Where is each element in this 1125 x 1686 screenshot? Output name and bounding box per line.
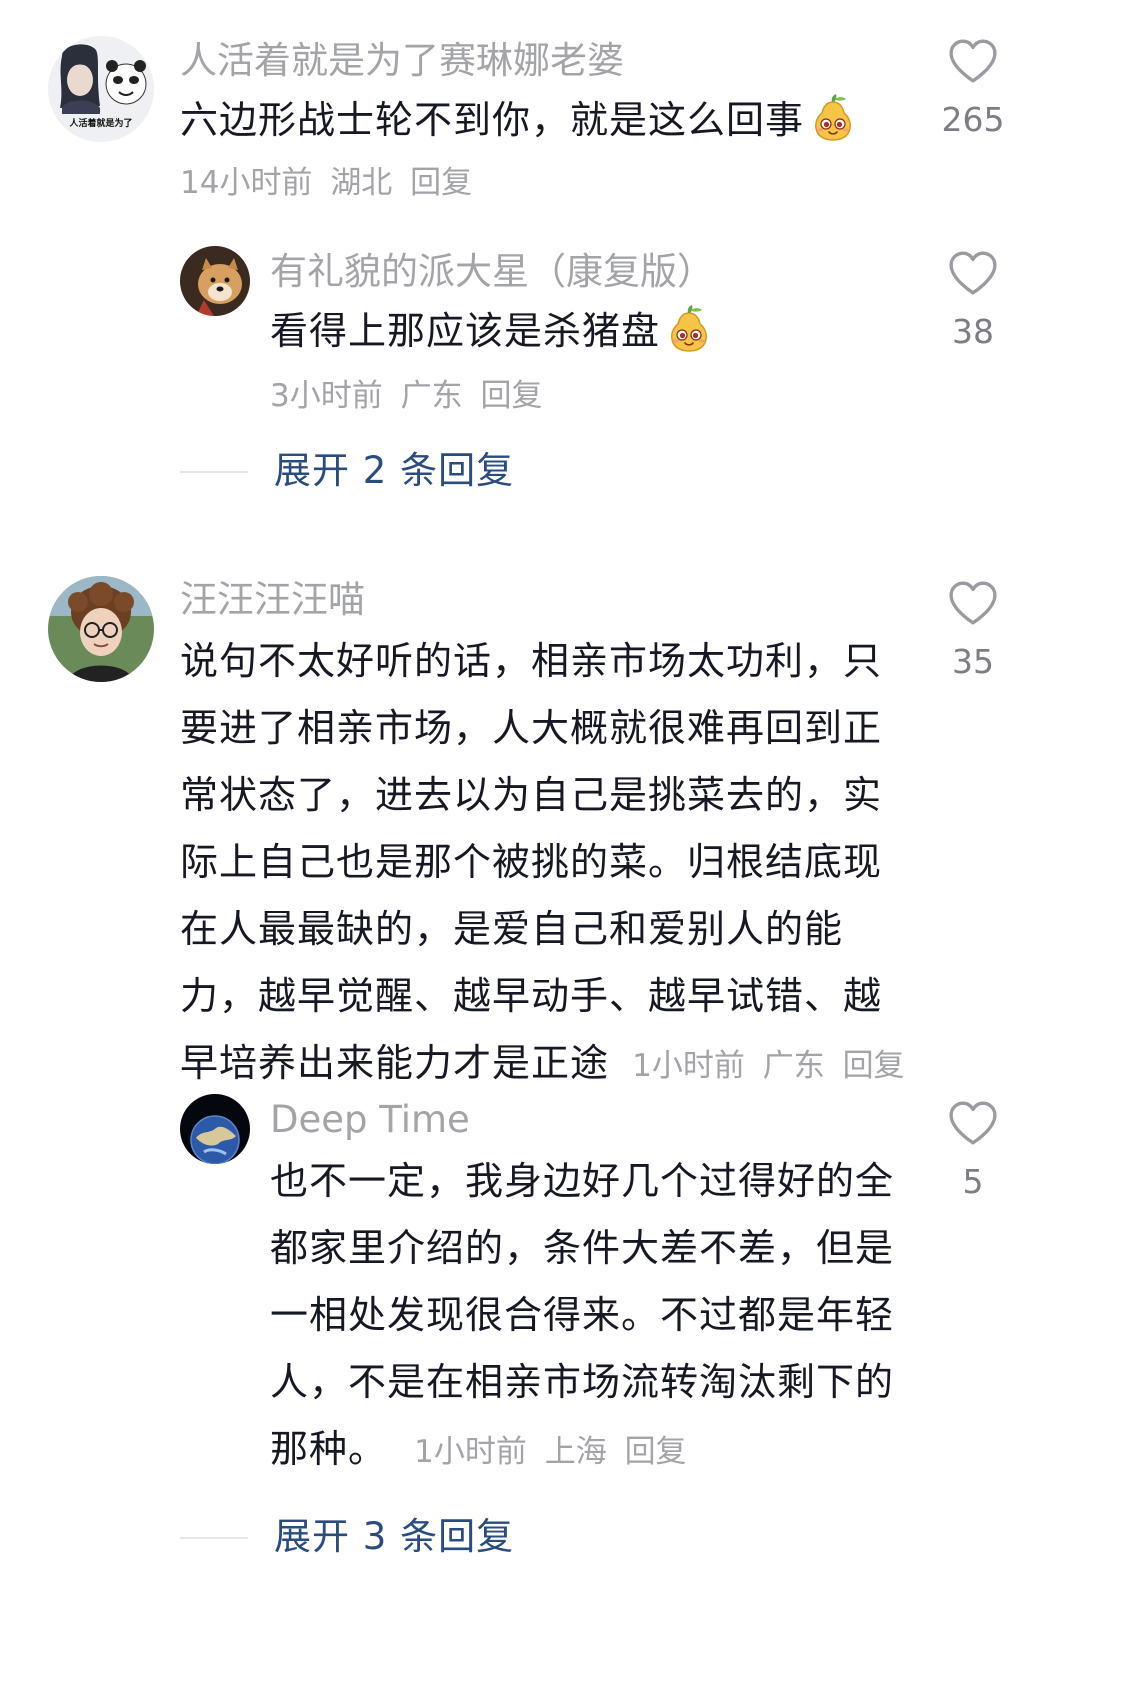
heart-outline-icon	[948, 580, 998, 626]
avatar[interactable]	[48, 576, 154, 682]
comment-item: 汪汪汪汪喵 说句不太好听的话，相亲市场太功利，只 要进了相亲市场，人大概就很难再…	[0, 560, 1125, 1686]
like-button[interactable]: 265	[918, 38, 1028, 142]
reply-username[interactable]: Deep Time	[270, 1096, 470, 1144]
pear-face-emoji	[808, 93, 858, 143]
reply-meta: 1小时前 上海 回复	[414, 1434, 694, 1470]
reply-meta: 3小时前 广东 回复	[270, 374, 550, 418]
heart-outline-icon	[948, 1100, 998, 1146]
reply-text: 也不一定，我身边好几个过得好的全 都家里介绍的，条件大差不差，但是 一相处发现很…	[270, 1148, 910, 1486]
expand-replies-button[interactable]: 展开 2 条回复	[180, 446, 680, 496]
reply-time: 3小时前	[270, 378, 383, 414]
text-line: 在人最最缺的，是爱自己和爱别人的能	[180, 907, 844, 951]
text-line-last: 早培养出来能力才是正途	[180, 1041, 610, 1085]
avatar[interactable]	[180, 246, 250, 316]
comment-location: 湖北	[330, 165, 393, 201]
heart-outline-icon	[948, 250, 998, 296]
text-line: 一相处发现很合得来。不过都是年轻	[270, 1293, 895, 1337]
comment-username[interactable]: 人活着就是为了赛琳娜老婆	[180, 37, 624, 85]
reply-location: 上海	[544, 1434, 607, 1470]
text-line: 常状态了，进去以为自己是挑菜去的，实	[180, 773, 883, 817]
expand-replies-label[interactable]: 展开 2 条回复	[274, 446, 514, 496]
text-line: 早培养出来能力才是正途 1小时前 广东 回复	[180, 1030, 905, 1100]
reply-button[interactable]: 回复	[480, 378, 542, 414]
text-line: 要进了相亲市场，人大概就很难再回到正	[180, 706, 883, 750]
text-line: 都家里介绍的，条件大差不差，但是	[270, 1226, 895, 1270]
reply-time: 1小时前	[414, 1434, 527, 1470]
text-line: 也不一定，我身边好几个过得好的全	[270, 1159, 895, 1203]
like-button[interactable]: 38	[918, 250, 1028, 354]
like-count: 265	[941, 100, 1005, 139]
like-count: 35	[952, 642, 994, 681]
comment-time: 14小时前	[180, 165, 313, 201]
pear-face-emoji	[664, 304, 714, 354]
text-line: 那种。 1小时前 上海 回复	[270, 1416, 910, 1486]
text-line: 际上自己也是那个被挑的菜。归根结底现	[180, 840, 883, 884]
text-line: 人，不是在相亲市场流转淘汰剩下的	[270, 1360, 895, 1404]
text-line: 力，越早觉醒、越早动手、越早试错、越	[180, 974, 883, 1018]
like-count: 5	[962, 1162, 984, 1201]
comment-text: 说句不太好听的话，相亲市场太功利，只 要进了相亲市场，人大概就很难再回到正 常状…	[180, 628, 905, 1100]
reply-username[interactable]: 有礼貌的派大星（康复版）	[270, 248, 714, 296]
expand-divider	[180, 471, 248, 473]
text-line-last: 那种。	[270, 1427, 388, 1471]
expand-replies-label[interactable]: 展开 3 条回复	[274, 1512, 514, 1562]
like-button[interactable]: 5	[918, 1100, 1028, 1204]
comment-meta: 1小时前 广东 回复	[632, 1048, 912, 1084]
like-button[interactable]: 35	[918, 580, 1028, 684]
like-count: 38	[952, 312, 994, 351]
comment-item: 人活着就是为了 人活着就是为了赛琳娜老婆 六边形战士轮不到你，就是这么回事 14…	[0, 0, 1125, 520]
text-line: 说句不太好听的话，相亲市场太功利，只	[180, 639, 883, 683]
expand-divider	[180, 1537, 248, 1539]
reply-button[interactable]: 回复	[410, 165, 472, 201]
comment-time: 1小时前	[632, 1048, 745, 1084]
reply-text: 看得上那应该是杀猪盘	[270, 298, 714, 365]
comment-text: 六边形战士轮不到你，就是这么回事	[180, 87, 858, 154]
comment-meta: 14小时前 湖北 回复	[180, 161, 480, 205]
heart-outline-icon	[948, 38, 998, 84]
avatar[interactable]	[180, 1094, 250, 1164]
expand-replies-button[interactable]: 展开 3 条回复	[180, 1512, 680, 1562]
reply-button[interactable]: 回复	[625, 1434, 687, 1470]
comment-location: 广东	[762, 1048, 825, 1084]
svg-text:人活着就是为了: 人活着就是为了	[68, 117, 132, 129]
reply-button[interactable]: 回复	[843, 1048, 905, 1084]
reply-location: 广东	[400, 378, 463, 414]
avatar[interactable]: 人活着就是为了	[48, 36, 154, 142]
comment-username[interactable]: 汪汪汪汪喵	[180, 576, 365, 624]
